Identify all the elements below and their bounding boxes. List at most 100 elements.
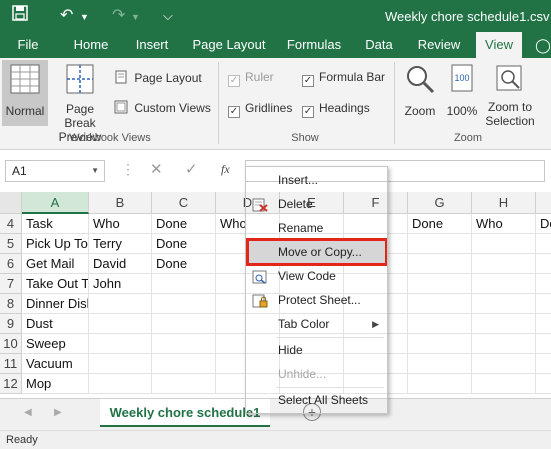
menu-item-view-code[interactable]: View Code	[246, 265, 387, 287]
tell-me-icon[interactable]: ◯	[535, 32, 551, 58]
column-header-c[interactable]: C	[152, 192, 216, 214]
cell[interactable]: Who	[472, 214, 536, 234]
row-header[interactable]: 10	[0, 334, 22, 354]
tab-home[interactable]: Home	[66, 32, 116, 58]
headings-checkbox[interactable]: ✓ Headings	[302, 101, 370, 118]
cell[interactable]	[536, 334, 551, 354]
undo-icon[interactable]: ↶	[60, 5, 73, 25]
save-icon[interactable]	[12, 5, 28, 26]
cell[interactable]: Done	[152, 254, 216, 274]
gridlines-checkbox[interactable]: ✓ Gridlines	[228, 101, 292, 118]
cell[interactable]	[152, 274, 216, 294]
cell[interactable]	[152, 314, 216, 334]
zoom-to-selection-button[interactable]: Zoom to Selection	[482, 60, 538, 130]
cancel-entry-icon[interactable]: ✕	[150, 160, 163, 178]
row-header[interactable]: 11	[0, 354, 22, 374]
name-box[interactable]: A1 ▼	[5, 160, 105, 182]
page-layout-view-button[interactable]: Page Layout	[114, 70, 204, 88]
normal-view-button[interactable]: Normal	[2, 60, 48, 126]
redo-dropdown-icon[interactable]: ▼	[131, 12, 140, 22]
cell[interactable]	[472, 354, 536, 374]
scroll-tabs-left-icon[interactable]: ◀	[24, 407, 32, 418]
row-header[interactable]: 9	[0, 314, 22, 334]
cell[interactable]: Task	[22, 214, 89, 234]
cell[interactable]: Sweep	[22, 334, 89, 354]
row-header[interactable]: 6	[0, 254, 22, 274]
cell[interactable]	[89, 314, 152, 334]
insert-function-icon[interactable]: fx	[221, 162, 230, 177]
cell[interactable]: Done	[152, 214, 216, 234]
cell[interactable]	[536, 374, 551, 394]
cell[interactable]	[536, 254, 551, 274]
row-header[interactable]: 4	[0, 214, 22, 234]
scroll-tabs-right-icon[interactable]: ▶	[54, 407, 62, 418]
menu-item-move-or-copy[interactable]: Move or Copy...	[246, 241, 387, 263]
cell[interactable]	[472, 274, 536, 294]
cell[interactable]	[152, 334, 216, 354]
cell[interactable]: Mop	[22, 374, 89, 394]
menu-item-insert[interactable]: Insert...	[246, 169, 387, 191]
cell[interactable]: Done	[152, 234, 216, 254]
menu-item-tab-color[interactable]: Tab Color ▶	[246, 313, 387, 335]
tab-data[interactable]: Data	[358, 32, 400, 58]
menu-item-protect-sheet[interactable]: Protect Sheet...	[246, 289, 387, 311]
formula-bar-checkbox[interactable]: ✓ Formula Bar	[302, 70, 385, 87]
custom-views-button[interactable]: Custom Views	[114, 100, 214, 118]
cell[interactable]: John	[89, 274, 152, 294]
cell[interactable]	[472, 314, 536, 334]
tab-file[interactable]: File	[8, 32, 48, 58]
column-header-i[interactable]: I	[536, 192, 551, 214]
cell[interactable]	[472, 234, 536, 254]
cell[interactable]	[472, 294, 536, 314]
cell[interactable]	[536, 354, 551, 374]
cell[interactable]	[472, 334, 536, 354]
menu-item-select-all-sheets[interactable]: Select All Sheets	[246, 389, 387, 411]
tab-review[interactable]: Review	[410, 32, 468, 58]
cell[interactable]: David	[89, 254, 152, 274]
row-header[interactable]: 5	[0, 234, 22, 254]
column-header-b[interactable]: B	[89, 192, 152, 214]
tab-insert[interactable]: Insert	[126, 32, 178, 58]
tab-page-layout[interactable]: Page Layout	[188, 32, 270, 58]
zoom-button[interactable]: Zoom	[400, 60, 440, 126]
cell[interactable]: Get Mail	[22, 254, 89, 274]
cell[interactable]	[472, 374, 536, 394]
cell[interactable]	[408, 314, 472, 334]
cell[interactable]	[408, 254, 472, 274]
cell[interactable]	[152, 294, 216, 314]
column-header-g[interactable]: G	[408, 192, 472, 214]
cell[interactable]	[536, 294, 551, 314]
tab-view[interactable]: View	[476, 32, 522, 58]
row-header[interactable]: 8	[0, 294, 22, 314]
cell[interactable]: Take Out Trash	[22, 274, 89, 294]
cell[interactable]	[89, 294, 152, 314]
cell[interactable]	[536, 274, 551, 294]
cell[interactable]	[408, 234, 472, 254]
cell[interactable]: Terry	[89, 234, 152, 254]
cell[interactable]	[89, 374, 152, 394]
cell[interactable]	[536, 314, 551, 334]
column-header-h[interactable]: H	[472, 192, 536, 214]
cell[interactable]: Dust	[22, 314, 89, 334]
ruler-checkbox[interactable]: ✓ Ruler	[228, 70, 274, 87]
cell[interactable]: Vacuum	[22, 354, 89, 374]
menu-item-rename[interactable]: Rename	[246, 217, 387, 239]
cell[interactable]	[89, 354, 152, 374]
row-header[interactable]: 7	[0, 274, 22, 294]
cell[interactable]	[408, 374, 472, 394]
cell[interactable]: Dinner Dishes	[22, 294, 89, 314]
menu-item-hide[interactable]: Hide	[246, 339, 387, 361]
undo-dropdown-icon[interactable]: ▼	[80, 12, 89, 22]
cell[interactable]: Do	[536, 214, 551, 234]
name-box-dropdown-icon[interactable]: ▼	[91, 166, 99, 175]
cell[interactable]	[152, 354, 216, 374]
confirm-entry-icon[interactable]: ✓	[185, 160, 198, 178]
cell[interactable]	[536, 234, 551, 254]
column-header-a[interactable]: A	[22, 192, 89, 214]
cell[interactable]: Pick Up Toys	[22, 234, 89, 254]
redo-icon[interactable]: ↷	[112, 5, 125, 25]
cell[interactable]	[89, 334, 152, 354]
zoom-100-button[interactable]: 100 100%	[444, 60, 480, 126]
menu-item-delete[interactable]: Delete	[246, 193, 387, 215]
select-all-corner[interactable]	[0, 192, 22, 214]
